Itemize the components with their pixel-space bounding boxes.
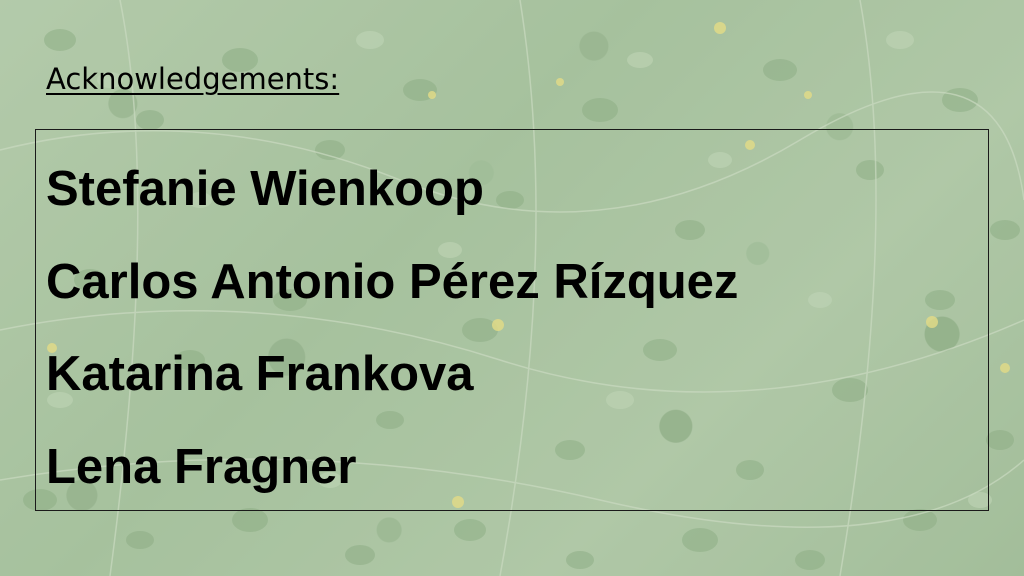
name-item: Katarina Frankova [46,347,474,401]
slide: Acknowledgements: Stefanie Wienkoop Carl… [0,0,1024,576]
names-box: Stefanie Wienkoop Carlos Antonio Pérez R… [35,129,989,511]
name-item: Stefanie Wienkoop [46,162,484,216]
name-item: Carlos Antonio Pérez Rízquez [46,255,739,309]
acknowledgements-heading: Acknowledgements: [46,62,340,96]
name-item: Lena Fragner [46,440,357,494]
